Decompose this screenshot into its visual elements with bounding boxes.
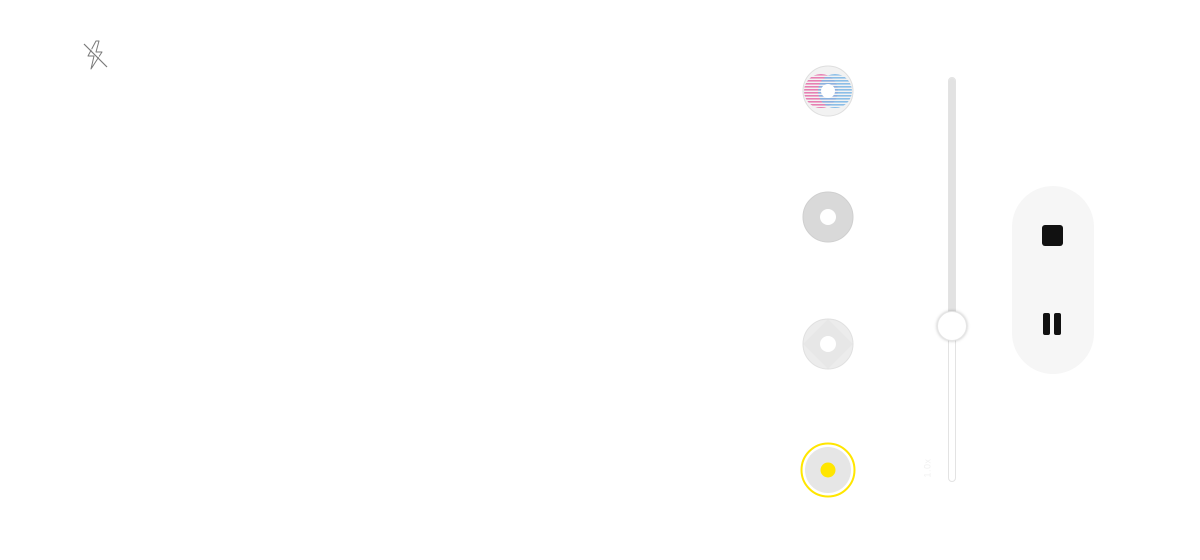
color-filter-icon <box>802 65 854 117</box>
gray-filter-icon <box>802 191 854 243</box>
light-filter-icon <box>802 318 854 370</box>
mode-yellow-button[interactable] <box>800 442 856 498</box>
mode-light-button[interactable] <box>802 318 854 370</box>
zoom-level-text: 1.0x <box>922 458 933 478</box>
flash-off-icon <box>83 40 109 70</box>
flash-toggle-button[interactable] <box>78 37 112 73</box>
zoom-slider-thumb[interactable] <box>937 311 967 341</box>
zoom-slider-track[interactable] <box>948 77 956 482</box>
mode-gray-button[interactable] <box>802 191 854 243</box>
zoom-slider-fill <box>949 78 955 324</box>
zoom-level-label: 1.0x <box>920 455 934 481</box>
mode-color-button[interactable] <box>802 65 854 117</box>
pause-icon <box>1043 313 1050 335</box>
pause-button[interactable] <box>1030 302 1074 346</box>
camera-screen: 1.0x <box>0 0 1200 560</box>
stop-icon <box>1041 224 1063 246</box>
pause-icon-bar-right <box>1054 313 1061 335</box>
yellow-filter-icon <box>800 442 856 498</box>
stop-button[interactable] <box>1030 213 1074 257</box>
